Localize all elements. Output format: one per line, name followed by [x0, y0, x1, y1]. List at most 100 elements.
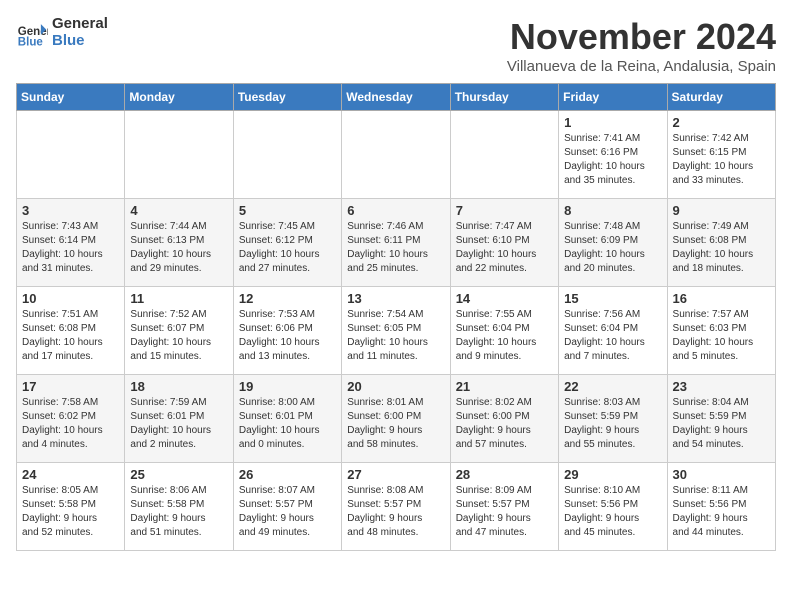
logo-line1: General	[52, 16, 108, 33]
day-detail: Sunrise: 8:03 AM Sunset: 5:59 PM Dayligh…	[564, 396, 661, 452]
day-detail: Sunrise: 8:09 AM Sunset: 5:57 PM Dayligh…	[456, 484, 553, 540]
calendar-cell: 4 Sunrise: 7:44 AM Sunset: 6:13 PM Daylig…	[125, 199, 233, 287]
day-number: 8	[564, 203, 661, 218]
calendar-subtitle: Villanueva de la Reina, Andalusia, Spain	[507, 58, 776, 75]
day-number: 23	[673, 379, 770, 394]
day-number: 4	[130, 203, 227, 218]
day-number: 2	[673, 115, 770, 130]
calendar-cell: 21 Sunrise: 8:02 AM Sunset: 6:00 PM Dayli…	[450, 375, 558, 463]
calendar-cell: 30 Sunrise: 8:11 AM Sunset: 5:56 PM Dayli…	[667, 463, 775, 551]
day-detail: Sunrise: 7:45 AM Sunset: 6:12 PM Dayligh…	[239, 220, 336, 276]
day-detail: Sunrise: 8:08 AM Sunset: 5:57 PM Dayligh…	[347, 484, 444, 540]
day-detail: Sunrise: 7:47 AM Sunset: 6:10 PM Dayligh…	[456, 220, 553, 276]
day-detail: Sunrise: 8:11 AM Sunset: 5:56 PM Dayligh…	[673, 484, 770, 540]
calendar-cell: 2 Sunrise: 7:42 AM Sunset: 6:15 PM Daylig…	[667, 111, 775, 199]
day-detail: Sunrise: 7:41 AM Sunset: 6:16 PM Dayligh…	[564, 132, 661, 188]
calendar-cell: 19Sunrise: 8:00 AM Sunset: 6:01 PM Dayli…	[233, 375, 341, 463]
logo-icon: General Blue	[16, 17, 48, 49]
day-number: 29	[564, 467, 661, 482]
day-detail: Sunrise: 7:42 AM Sunset: 6:15 PM Dayligh…	[673, 132, 770, 188]
day-detail: Sunrise: 7:44 AM Sunset: 6:13 PM Dayligh…	[130, 220, 227, 276]
calendar-cell: 27 Sunrise: 8:08 AM Sunset: 5:57 PM Dayli…	[342, 463, 450, 551]
calendar-cell: 14 Sunrise: 7:55 AM Sunset: 6:04 PM Dayli…	[450, 287, 558, 375]
calendar-title: November 2024	[507, 16, 776, 58]
calendar-cell: 13 Sunrise: 7:54 AM Sunset: 6:05 PM Dayli…	[342, 287, 450, 375]
svg-text:Blue: Blue	[18, 36, 44, 48]
week-row-2: 3 Sunrise: 7:43 AM Sunset: 6:14 PM Daylig…	[17, 199, 776, 287]
calendar-cell: 7 Sunrise: 7:47 AM Sunset: 6:10 PM Daylig…	[450, 199, 558, 287]
day-number: 25	[130, 467, 227, 482]
calendar-cell: 28Sunrise: 8:09 AM Sunset: 5:57 PM Dayli…	[450, 463, 558, 551]
day-detail: Sunrise: 7:52 AM Sunset: 6:07 PM Dayligh…	[130, 308, 227, 364]
day-detail: Sunrise: 7:54 AM Sunset: 6:05 PM Dayligh…	[347, 308, 444, 364]
day-detail: Sunrise: 7:48 AM Sunset: 6:09 PM Dayligh…	[564, 220, 661, 276]
day-number: 15	[564, 291, 661, 306]
day-number: 14	[456, 291, 553, 306]
calendar-cell: 15Sunrise: 7:56 AM Sunset: 6:04 PM Dayli…	[559, 287, 667, 375]
day-number: 27	[347, 467, 444, 482]
calendar-cell: 18 Sunrise: 7:59 AM Sunset: 6:01 PM Dayli…	[125, 375, 233, 463]
day-number: 30	[673, 467, 770, 482]
day-detail: Sunrise: 8:04 AM Sunset: 5:59 PM Dayligh…	[673, 396, 770, 452]
header-cell-saturday: Saturday	[667, 84, 775, 111]
day-number: 22	[564, 379, 661, 394]
logo: General Blue General Blue	[16, 16, 108, 49]
calendar-cell	[17, 111, 125, 199]
day-number: 7	[456, 203, 553, 218]
day-detail: Sunrise: 8:10 AM Sunset: 5:56 PM Dayligh…	[564, 484, 661, 540]
header-cell-sunday: Sunday	[17, 84, 125, 111]
calendar-cell: 1 Sunrise: 7:41 AM Sunset: 6:16 PM Daylig…	[559, 111, 667, 199]
day-detail: Sunrise: 7:55 AM Sunset: 6:04 PM Dayligh…	[456, 308, 553, 364]
day-number: 11	[130, 291, 227, 306]
calendar-cell	[450, 111, 558, 199]
calendar-cell: 26 Sunrise: 8:07 AM Sunset: 5:57 PM Dayli…	[233, 463, 341, 551]
calendar-cell: 12 Sunrise: 7:53 AM Sunset: 6:06 PM Dayli…	[233, 287, 341, 375]
day-detail: Sunrise: 8:00 AM Sunset: 6:01 PM Dayligh…	[239, 396, 336, 452]
day-number: 13	[347, 291, 444, 306]
day-number: 3	[22, 203, 119, 218]
week-row-1: 1 Sunrise: 7:41 AM Sunset: 6:16 PM Daylig…	[17, 111, 776, 199]
day-detail: Sunrise: 7:59 AM Sunset: 6:01 PM Dayligh…	[130, 396, 227, 452]
day-detail: Sunrise: 7:49 AM Sunset: 6:08 PM Dayligh…	[673, 220, 770, 276]
week-row-4: 17 Sunrise: 7:58 AM Sunset: 6:02 PM Dayli…	[17, 375, 776, 463]
day-detail: Sunrise: 7:58 AM Sunset: 6:02 PM Dayligh…	[22, 396, 119, 452]
header-cell-thursday: Thursday	[450, 84, 558, 111]
header-cell-tuesday: Tuesday	[233, 84, 341, 111]
calendar-cell	[342, 111, 450, 199]
calendar-cell: 3 Sunrise: 7:43 AM Sunset: 6:14 PM Daylig…	[17, 199, 125, 287]
day-detail: Sunrise: 7:53 AM Sunset: 6:06 PM Dayligh…	[239, 308, 336, 364]
calendar-cell: 25Sunrise: 8:06 AM Sunset: 5:58 PM Dayli…	[125, 463, 233, 551]
day-detail: Sunrise: 8:07 AM Sunset: 5:57 PM Dayligh…	[239, 484, 336, 540]
day-number: 21	[456, 379, 553, 394]
calendar-cell: 5 Sunrise: 7:45 AM Sunset: 6:12 PM Daylig…	[233, 199, 341, 287]
day-number: 16	[673, 291, 770, 306]
day-number: 26	[239, 467, 336, 482]
calendar-cell: 10Sunrise: 7:51 AM Sunset: 6:08 PM Dayli…	[17, 287, 125, 375]
day-detail: Sunrise: 8:05 AM Sunset: 5:58 PM Dayligh…	[22, 484, 119, 540]
calendar-cell: 20Sunrise: 8:01 AM Sunset: 6:00 PM Dayli…	[342, 375, 450, 463]
day-number: 6	[347, 203, 444, 218]
day-number: 17	[22, 379, 119, 394]
header-cell-wednesday: Wednesday	[342, 84, 450, 111]
calendar-cell: 8 Sunrise: 7:48 AM Sunset: 6:09 PM Daylig…	[559, 199, 667, 287]
calendar-cell: 24 Sunrise: 8:05 AM Sunset: 5:58 PM Dayli…	[17, 463, 125, 551]
calendar-cell: 23 Sunrise: 8:04 AM Sunset: 5:59 PM Dayli…	[667, 375, 775, 463]
day-detail: Sunrise: 7:46 AM Sunset: 6:11 PM Dayligh…	[347, 220, 444, 276]
day-number: 18	[130, 379, 227, 394]
calendar-cell	[233, 111, 341, 199]
calendar-cell: 9Sunrise: 7:49 AM Sunset: 6:08 PM Daylig…	[667, 199, 775, 287]
logo-line2: Blue	[52, 33, 108, 50]
page-header: General Blue General Blue November 2024 …	[16, 16, 776, 75]
day-number: 24	[22, 467, 119, 482]
day-detail: Sunrise: 8:02 AM Sunset: 6:00 PM Dayligh…	[456, 396, 553, 452]
header-cell-friday: Friday	[559, 84, 667, 111]
calendar-cell: 17 Sunrise: 7:58 AM Sunset: 6:02 PM Dayli…	[17, 375, 125, 463]
calendar-cell: 6 Sunrise: 7:46 AM Sunset: 6:11 PM Daylig…	[342, 199, 450, 287]
day-detail: Sunrise: 7:43 AM Sunset: 6:14 PM Dayligh…	[22, 220, 119, 276]
calendar-cell: 22 Sunrise: 8:03 AM Sunset: 5:59 PM Dayli…	[559, 375, 667, 463]
day-number: 1	[564, 115, 661, 130]
calendar-cell: 11 Sunrise: 7:52 AM Sunset: 6:07 PM Dayli…	[125, 287, 233, 375]
day-number: 12	[239, 291, 336, 306]
day-detail: Sunrise: 7:57 AM Sunset: 6:03 PM Dayligh…	[673, 308, 770, 364]
day-number: 5	[239, 203, 336, 218]
